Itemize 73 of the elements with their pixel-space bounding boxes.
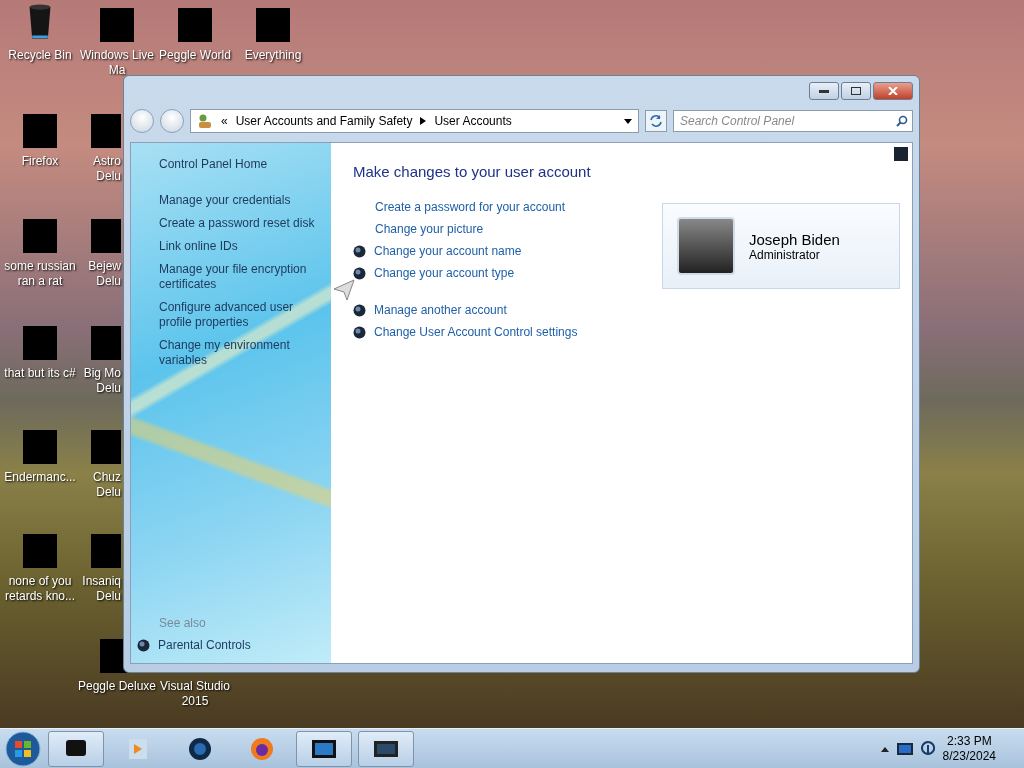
task-link[interactable]: Manage another account [374,303,507,318]
minimize-icon [819,89,829,93]
redaction-block [23,326,57,360]
task-link[interactable]: Change your picture [375,222,484,237]
redaction-block [23,430,57,464]
clock-time: 2:33 PM [946,734,992,749]
icon-label[interactable]: none of you retards kno... [5,574,75,604]
task-link[interactable]: Change User Account Control settings [374,325,578,340]
clock[interactable]: 2:33 PM 8/23/2024 [942,734,996,764]
icon-label[interactable]: Insaniq Delu [82,574,121,604]
icon-label[interactable]: Big Mo Delu [83,366,121,396]
page-heading: Make changes to your user account [353,163,592,180]
caret-icon [624,118,632,124]
redaction-block [23,114,57,148]
redaction-block [91,326,121,360]
refresh-icon [649,114,663,128]
breadcrumb[interactable]: User Accounts [434,114,512,128]
clock-date: 8/23/2024 [942,749,996,764]
monitor-icon [896,743,913,755]
redaction-block [100,8,134,42]
task-link[interactable]: Create a password for your account [375,200,566,215]
account-type: Administrator [749,247,821,262]
refresh-button[interactable] [645,110,667,132]
redaction-block [91,534,121,568]
redaction-block [91,219,121,253]
triangle-icon [420,117,427,125]
taskbar-button[interactable] [48,731,104,767]
firefox-icon [249,736,275,762]
search-icon [896,115,908,127]
maximize-icon [851,87,861,95]
start-button[interactable] [4,730,42,768]
task-link[interactable]: Link online IDs [159,239,321,254]
user-name: Joseph Biden [749,230,840,248]
redaction-block [91,114,121,148]
maximize-button[interactable] [841,82,871,100]
minimize-button[interactable] [809,82,839,100]
search-field[interactable]: Search Control Panel [673,110,913,132]
breadcrumb[interactable]: User Accounts and Family Safety [235,114,413,128]
task-link[interactable]: Manage your file encryption certificates [159,262,321,292]
icon-label[interactable]: Visual Studio 2015 [160,679,230,709]
task-link[interactable]: Configure advanced user profile properties [159,300,321,330]
icon-label[interactable]: Peggle Deluxe [77,679,157,694]
redaction-block [256,8,290,42]
task-link[interactable]: Parental Controls [158,638,251,653]
redaction-block [178,8,212,42]
search-input[interactable]: Search Control Panel [678,113,896,129]
taskbar-button[interactable] [358,731,414,767]
account-picture [677,217,735,275]
section-heading: See also [159,616,207,630]
redaction-block [91,430,121,464]
users-icon [197,113,213,129]
address-bar[interactable]: « User Accounts and Family Safety User Accounts [190,109,639,133]
icon-label[interactable]: that but its c# [4,366,76,381]
taskbar-button[interactable] [296,731,352,767]
redaction-block [23,219,57,253]
task-link[interactable]: Manage your credentials [159,193,321,208]
icon-label[interactable]: some russian ran a rat [4,259,76,289]
task-link[interactable]: Create a password reset disk [159,216,321,231]
nav-link[interactable]: Control Panel Home [159,157,321,172]
globe-icon [187,736,213,762]
close-button[interactable] [873,82,913,100]
cursor-icon [333,279,355,301]
icon-label[interactable]: Endermanc... [4,470,76,485]
network-icon [920,741,935,757]
icon-label[interactable]: Chuz Delu [93,470,121,500]
redaction-block [23,534,57,568]
caret-icon [880,746,889,752]
task-link[interactable]: Change my environment variables [159,338,321,368]
breadcrumb-chevron[interactable]: « [221,114,228,128]
icon-label[interactable]: Bejew Delu [88,259,121,289]
task-link[interactable]: Change your account name [374,244,522,259]
task-link[interactable]: Change your account type [374,266,515,281]
close-icon [888,87,898,95]
